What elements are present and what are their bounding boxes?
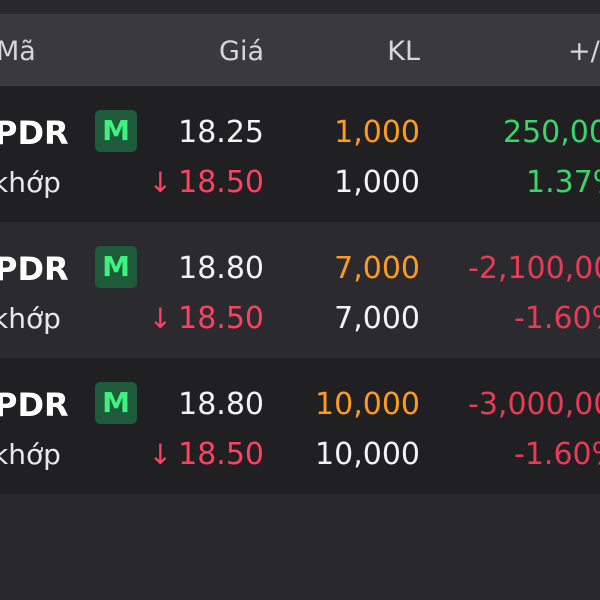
header-code: Mã [0,36,36,67]
change-value: -2,100,000 [468,251,600,286]
status-label: khớp [0,438,61,471]
arrow-down-icon: ↓ [148,302,173,335]
match-price: ↓ 18.50 [149,165,264,201]
match-volume-value: 10,000 [315,437,420,472]
order-type-badge: M [95,246,137,288]
change-value: 250,000 [503,115,600,150]
match-price-value: 18.50 [178,165,264,200]
price-value: 18.80 [178,387,264,422]
status-label: khớp [0,166,61,199]
top-bar [0,0,600,14]
match-price-value: 18.50 [178,301,264,336]
volume-value: 10,000 [315,387,420,422]
symbol-label: PDR [0,114,69,152]
header-volume: KL [387,36,420,67]
arrow-down-icon: ↓ [148,166,173,199]
match-price: ↓ 18.50 [149,301,264,337]
match-volume-value: 1,000 [334,165,420,200]
match-price-value: 18.50 [178,437,264,472]
change-percent: -1.60% [514,437,600,472]
table-row[interactable]: PDR M khớp 18.80 ↓ 18.50 7,000 7,000 -2,1… [0,222,600,358]
match-price: ↓ 18.50 [149,437,264,473]
change-value: -3,000,000 [468,387,600,422]
volume-value: 1,000 [334,115,420,150]
status-label: khớp [0,302,61,335]
price-value: 18.80 [178,251,264,286]
order-type-badge: M [95,382,137,424]
symbol-label: PDR [0,386,69,424]
match-volume-value: 7,000 [334,301,420,336]
table-row[interactable]: PDR M khớp 18.80 ↓ 18.50 10,000 10,000 -3… [0,358,600,494]
symbol-label: PDR [0,250,69,288]
volume-value: 7,000 [334,251,420,286]
change-percent: 1.37% [526,165,600,200]
price-value: 18.25 [178,115,264,150]
header-price: Giá [219,36,264,67]
table-row[interactable]: PDR M khớp 18.25 ↓ 18.50 1,000 1,000 250,… [0,86,600,222]
arrow-down-icon: ↓ [148,438,173,471]
change-percent: -1.60% [514,301,600,336]
order-match-screen: Mã Giá KL +/- PDR M khớp 18.25 ↓18.50 1,… [0,0,600,600]
order-type-badge: M [95,110,137,152]
header-change: +/- [568,36,600,67]
table-header: Mã Giá KL +/- [0,14,600,86]
